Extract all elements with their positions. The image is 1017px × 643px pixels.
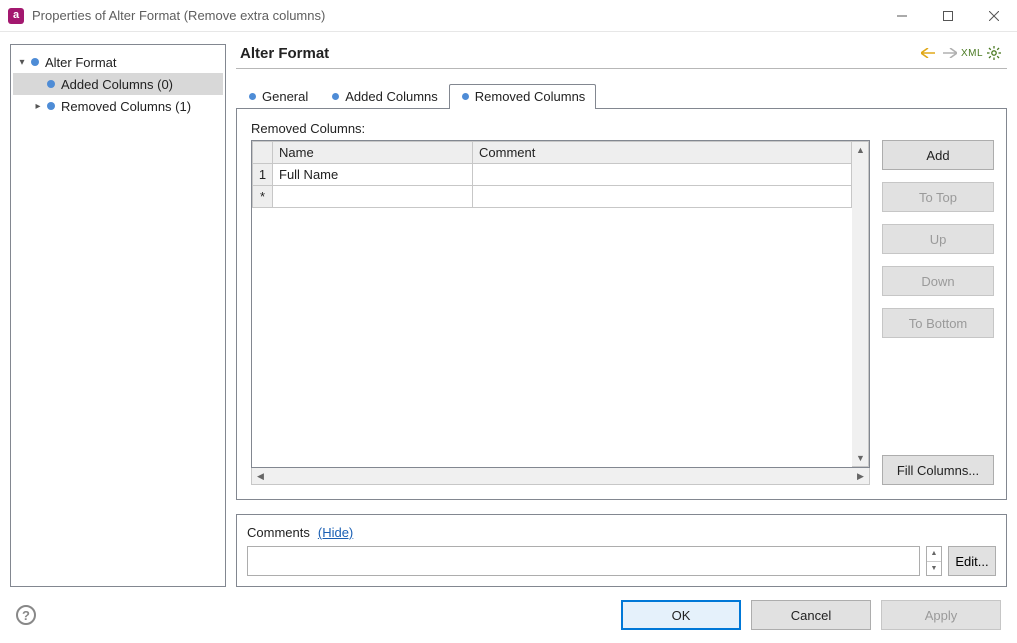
nav-back-icon[interactable] — [919, 44, 937, 62]
scroll-up-icon[interactable]: ▲ — [852, 142, 869, 158]
grid-button-column: Add To Top Up Down To Bottom Fill Column… — [882, 140, 994, 485]
chevron-down-icon[interactable]: ▾ — [15, 57, 29, 68]
column-header-name[interactable]: Name — [273, 142, 473, 164]
vertical-scrollbar[interactable]: ▲ ▼ — [852, 141, 869, 467]
tab-label: Added Columns — [345, 89, 438, 104]
minimize-button[interactable] — [879, 0, 925, 32]
table-row-new[interactable]: * — [253, 186, 852, 208]
tree-label: Added Columns (0) — [61, 77, 173, 92]
cell-name[interactable]: Full Name — [273, 164, 473, 186]
comments-hide-link[interactable]: (Hide) — [318, 525, 353, 540]
bullet-icon — [47, 102, 55, 110]
bullet-icon — [249, 93, 256, 100]
tab-label: Removed Columns — [475, 89, 586, 104]
scroll-down-icon[interactable]: ▼ — [852, 450, 869, 466]
close-button[interactable] — [971, 0, 1017, 32]
tree-label: Alter Format — [45, 55, 117, 70]
row-index: 1 — [253, 164, 273, 186]
maximize-button[interactable] — [925, 0, 971, 32]
window-title: Properties of Alter Format (Remove extra… — [32, 8, 325, 23]
fill-columns-button[interactable]: Fill Columns... — [882, 455, 994, 485]
tab-general[interactable]: General — [236, 84, 319, 109]
scroll-right-icon[interactable]: ▶ — [852, 468, 869, 484]
scroll-left-icon[interactable]: ◀ — [252, 468, 269, 484]
gear-icon[interactable] — [985, 44, 1003, 62]
column-header-comment[interactable]: Comment — [473, 142, 852, 164]
spin-down-icon[interactable]: ▼ — [927, 562, 941, 576]
to-top-button[interactable]: To Top — [882, 182, 994, 212]
dialog-footer: ? OK Cancel Apply — [0, 587, 1017, 643]
comments-label: Comments — [247, 525, 310, 540]
cell-comment[interactable] — [473, 186, 852, 208]
tree-label: Removed Columns (1) — [61, 99, 191, 114]
bullet-icon — [462, 93, 469, 100]
chevron-right-icon[interactable]: ▸ — [31, 101, 45, 112]
ok-button[interactable]: OK — [621, 600, 741, 630]
down-button[interactable]: Down — [882, 266, 994, 296]
column-header-rownum[interactable] — [253, 142, 273, 164]
comments-section: Comments (Hide) ▲ ▼ Edit... — [236, 514, 1007, 587]
page-header: Alter Format XML — [236, 44, 1007, 69]
removed-columns-grid[interactable]: Name Comment 1 Full Name — [251, 140, 870, 468]
cell-name[interactable] — [273, 186, 473, 208]
horizontal-scrollbar[interactable]: ◀ ▶ — [251, 468, 870, 485]
bullet-icon — [47, 80, 55, 88]
tree-root-alter-format[interactable]: ▾ Alter Format — [13, 51, 223, 73]
tab-bar: General Added Columns Removed Columns — [236, 83, 1007, 108]
apply-button[interactable]: Apply — [881, 600, 1001, 630]
to-bottom-button[interactable]: To Bottom — [882, 308, 994, 338]
comments-spinner[interactable]: ▲ ▼ — [926, 546, 942, 576]
nav-forward-icon[interactable] — [941, 44, 959, 62]
help-icon[interactable]: ? — [16, 605, 36, 625]
spin-up-icon[interactable]: ▲ — [927, 547, 941, 562]
section-label: Removed Columns: — [251, 121, 994, 136]
cancel-button[interactable]: Cancel — [751, 600, 871, 630]
tree-item-removed-columns[interactable]: ▸ Removed Columns (1) — [13, 95, 223, 117]
tree-item-added-columns[interactable]: ▸ Added Columns (0) — [13, 73, 223, 95]
up-button[interactable]: Up — [882, 224, 994, 254]
page-title: Alter Format — [240, 45, 329, 62]
titlebar: a Properties of Alter Format (Remove ext… — [0, 0, 1017, 32]
xml-icon[interactable]: XML — [963, 44, 981, 62]
bullet-icon — [31, 58, 39, 66]
app-icon: a — [8, 8, 24, 24]
cell-comment[interactable] — [473, 164, 852, 186]
comments-edit-button[interactable]: Edit... — [948, 546, 996, 576]
tab-added-columns[interactable]: Added Columns — [319, 84, 449, 109]
tab-label: General — [262, 89, 308, 104]
navigator-tree[interactable]: ▾ Alter Format ▸ Added Columns (0) ▸ Rem… — [10, 44, 226, 587]
comments-textarea[interactable] — [247, 546, 920, 576]
tab-removed-columns[interactable]: Removed Columns — [449, 84, 597, 109]
add-button[interactable]: Add — [882, 140, 994, 170]
tabpanel-removed-columns: Removed Columns: Name Comment — [236, 108, 1007, 500]
row-index: * — [253, 186, 273, 208]
table-row[interactable]: 1 Full Name — [253, 164, 852, 186]
bullet-icon — [332, 93, 339, 100]
